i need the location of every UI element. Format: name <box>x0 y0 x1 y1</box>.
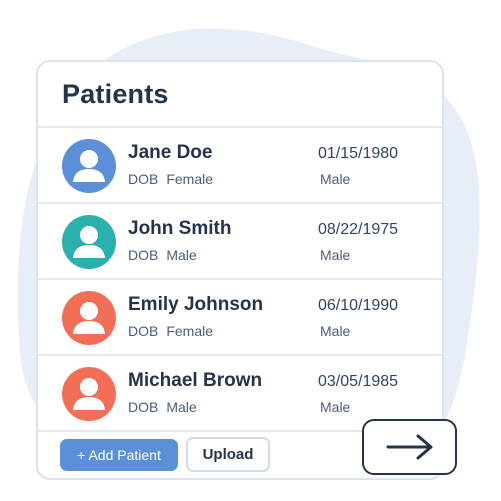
patient-date: 01/15/1980 <box>318 145 399 162</box>
user-icon <box>62 291 116 345</box>
dob-label: DOB <box>128 171 159 187</box>
patient-meta: DOB Male <box>128 247 197 263</box>
patient-sex: Male <box>320 171 351 187</box>
user-icon <box>62 215 116 269</box>
upload-button[interactable]: Upload <box>186 437 270 472</box>
card-header: Patients <box>38 62 442 128</box>
patient-sex: Male <box>320 247 351 263</box>
patient-gender: Female <box>166 323 214 339</box>
patient-meta: DOB Female <box>128 323 213 339</box>
avatar <box>62 291 116 345</box>
patient-date: 08/22/1975 <box>318 221 399 238</box>
dob-label: DOB <box>128 399 159 415</box>
patient-name: John Smith <box>128 218 232 239</box>
patient-name: Emily Johnson <box>128 294 264 315</box>
patient-date: 06/10/1990 <box>318 297 399 314</box>
patient-gender: Male <box>166 399 197 415</box>
patient-row[interactable]: Jane Doe DOB Female 01/15/1980 Male <box>38 128 442 204</box>
add-patient-button[interactable]: + Add Patient <box>60 439 178 471</box>
patient-meta: DOB Female <box>128 171 213 187</box>
avatar <box>62 367 116 421</box>
page-title: Patients <box>62 78 169 109</box>
dob-label: DOB <box>128 247 159 263</box>
patient-sex: Male <box>320 399 351 415</box>
dob-label: DOB <box>128 323 159 339</box>
patients-card: Patients Jane Doe DOB Female 01/15/1980 M… <box>36 60 444 480</box>
patient-date: 03/05/1985 <box>318 373 399 390</box>
user-icon <box>62 139 116 193</box>
arrow-right-icon <box>386 434 432 460</box>
patient-gender: Male <box>166 247 197 263</box>
screen: Patients Jane Doe DOB Female 01/15/1980 M… <box>0 0 501 501</box>
patient-row[interactable]: Emily Johnson DOB Female 06/10/1990 Male <box>38 280 442 356</box>
patient-gender: Female <box>166 171 214 187</box>
patient-name: Jane Doe <box>128 142 213 163</box>
patient-meta: DOB Male <box>128 399 197 415</box>
patient-list: Jane Doe DOB Female 01/15/1980 Male John … <box>38 128 442 432</box>
avatar <box>62 139 116 193</box>
patient-row[interactable]: John Smith DOB Male 08/22/1975 Male <box>38 204 442 280</box>
next-button[interactable] <box>362 419 457 475</box>
patient-sex: Male <box>320 323 351 339</box>
patient-name: Michael Brown <box>128 370 263 391</box>
user-icon <box>62 367 116 421</box>
avatar <box>62 215 116 269</box>
